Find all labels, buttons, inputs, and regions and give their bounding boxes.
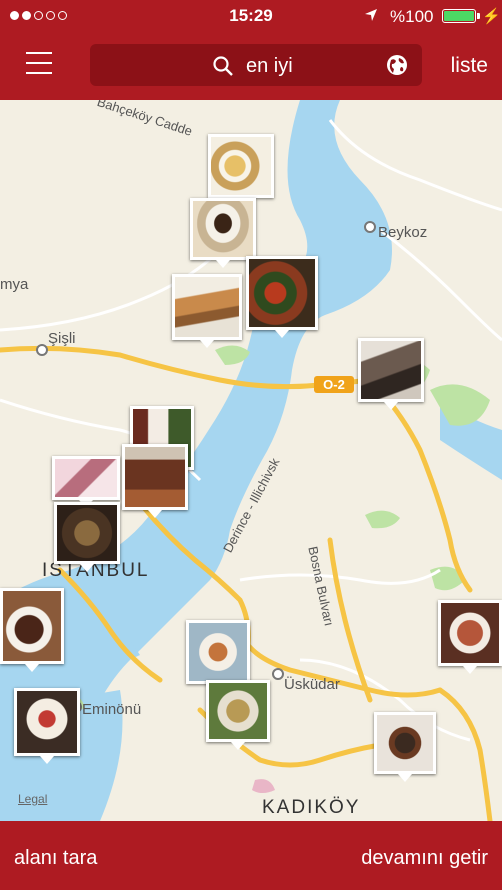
charging-bolt-icon: ⚡ — [482, 8, 501, 25]
food-marker-fruit-dessert[interactable] — [14, 688, 80, 764]
globe-icon[interactable] — [386, 54, 408, 76]
food-marker-pink-pastry[interactable] — [52, 456, 120, 508]
search-text: en iyi — [246, 55, 293, 77]
location-arrow-icon — [365, 9, 377, 21]
label-umya: mya — [0, 276, 29, 293]
nav-bar: en iyi liste — [0, 30, 502, 100]
label-eminonu: Eminönü — [82, 701, 142, 718]
search-icon — [213, 56, 233, 76]
highway-badge: O-2 — [314, 376, 354, 393]
food-marker-noodle-plate[interactable] — [186, 620, 250, 692]
map-view[interactable]: Bahçeköy Cadde Beykoz mya Şişli ISTANBUL… — [0, 100, 502, 821]
load-more-button[interactable]: devamını getir — [361, 847, 488, 870]
food-marker-spiced-plate[interactable] — [438, 600, 502, 674]
scan-area-button[interactable]: alanı tara — [14, 847, 97, 870]
label-beykoz: Beykoz — [378, 224, 428, 241]
legal-link[interactable]: Legal — [18, 792, 47, 806]
food-marker-onion-rings[interactable] — [208, 134, 274, 206]
label-sisli: Şişli — [48, 330, 76, 347]
food-marker-salad-plate[interactable] — [246, 256, 318, 338]
food-marker-meat-dish[interactable] — [374, 712, 436, 782]
food-marker-cookies[interactable] — [54, 502, 120, 572]
list-button[interactable]: liste — [451, 54, 488, 78]
hamburger-icon[interactable] — [26, 52, 52, 74]
food-marker-pastry[interactable] — [358, 338, 424, 410]
pin-sisli — [36, 344, 48, 356]
food-marker-borek[interactable] — [206, 680, 270, 750]
label-uskudar: Üsküdar — [284, 676, 340, 693]
food-marker-sandwich[interactable] — [172, 274, 242, 348]
food-marker-turkish-coffee[interactable] — [190, 198, 256, 268]
food-marker-kebab[interactable] — [122, 444, 188, 518]
pin-beykoz — [364, 221, 376, 233]
pin-uskudar — [272, 668, 284, 680]
status-bar: 15:29 %100 ⚡ — [0, 0, 502, 30]
bottom-bar: alanı tara devamını getir — [0, 821, 502, 890]
search-field[interactable]: en iyi — [90, 44, 422, 86]
food-marker-soup-bowl[interactable] — [0, 588, 64, 672]
label-kadikoy: KADIKÖY — [262, 797, 361, 818]
battery-icon — [442, 9, 480, 23]
battery-percent: %100 — [390, 7, 434, 26]
